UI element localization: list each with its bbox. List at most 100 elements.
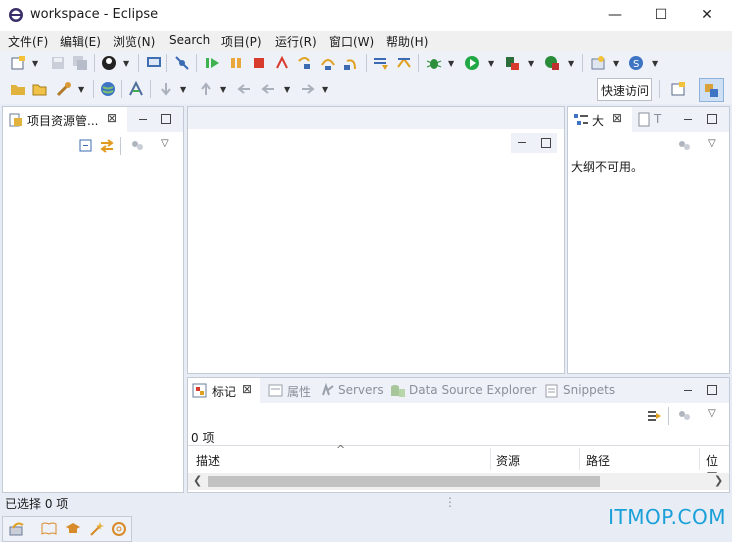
minimize-view-button[interactable] bbox=[682, 385, 694, 395]
close-tab-icon[interactable]: ⊠ bbox=[107, 111, 117, 125]
menu-help[interactable]: 帮助(H) bbox=[386, 33, 428, 50]
forward-icon[interactable] bbox=[300, 81, 316, 97]
console-icon[interactable] bbox=[146, 55, 162, 71]
status-separator-handle[interactable]: ⋮ bbox=[444, 495, 456, 509]
open-project-icon[interactable] bbox=[10, 81, 26, 97]
open-type-icon[interactable]: S bbox=[628, 55, 644, 71]
coverage-icon[interactable] bbox=[504, 55, 520, 71]
magic-wand-icon[interactable] bbox=[89, 521, 105, 537]
back-icon[interactable] bbox=[260, 81, 276, 97]
web-browser-icon[interactable] bbox=[100, 81, 116, 97]
scroll-left-icon[interactable]: ❮ bbox=[193, 474, 202, 487]
minimize-view-button[interactable] bbox=[682, 114, 694, 124]
new-icon[interactable] bbox=[10, 55, 26, 71]
terminate-icon[interactable] bbox=[251, 55, 267, 71]
tab-project-explorer[interactable]: 项目资源管... ⊠ bbox=[3, 107, 127, 132]
coverage-dropdown-icon[interactable]: ▼ bbox=[528, 59, 534, 68]
last-edit-location-icon[interactable] bbox=[236, 81, 252, 97]
maximize-editor-button[interactable] bbox=[540, 138, 552, 148]
debug-dropdown-icon[interactable]: ▼ bbox=[448, 59, 454, 68]
external-tools-icon[interactable] bbox=[544, 55, 560, 71]
suspend-icon[interactable] bbox=[228, 55, 244, 71]
close-tab-icon[interactable]: ⊠ bbox=[242, 382, 252, 396]
tab-task-list[interactable]: T bbox=[636, 107, 666, 132]
column-header-resource[interactable]: 资源 bbox=[496, 452, 520, 469]
tutorial-icon[interactable] bbox=[65, 521, 81, 537]
run-dropdown-icon[interactable]: ▼ bbox=[488, 59, 494, 68]
scrollbar-thumb[interactable] bbox=[208, 476, 600, 487]
tab-markers[interactable]: 标记 ⊠ bbox=[188, 378, 260, 403]
filters-icon[interactable] bbox=[130, 138, 146, 154]
maximize-button[interactable]: ☐ bbox=[638, 0, 684, 31]
debug-icon[interactable] bbox=[426, 55, 442, 71]
column-header-path[interactable]: 路径 bbox=[586, 452, 610, 469]
previous-annotation-dropdown-icon[interactable]: ▼ bbox=[220, 85, 226, 94]
open-perspective-icon[interactable] bbox=[670, 81, 686, 97]
profile-dropdown-icon[interactable]: ▼ bbox=[123, 59, 129, 68]
view-menu-icon[interactable]: ▽ bbox=[708, 138, 716, 149]
tab-snippets[interactable]: Snippets bbox=[544, 378, 618, 403]
link-with-editor-icon[interactable] bbox=[99, 138, 115, 154]
run-icon[interactable] bbox=[464, 55, 480, 71]
new-server-dropdown-icon[interactable]: ▼ bbox=[613, 59, 619, 68]
horizontal-scrollbar[interactable]: ❮ ❯ bbox=[188, 473, 729, 490]
external-tools-dropdown-icon[interactable]: ▼ bbox=[568, 59, 574, 68]
filters-icon[interactable] bbox=[677, 408, 693, 424]
menu-window[interactable]: 窗口(W) bbox=[329, 33, 374, 50]
view-menu-icon[interactable]: ▽ bbox=[161, 138, 169, 149]
close-tab-icon[interactable]: ⊠ bbox=[612, 111, 622, 125]
markers-count: 0 项 bbox=[191, 431, 215, 445]
tab-data-source-explorer[interactable]: Data Source Explorer bbox=[390, 378, 540, 403]
drop-to-frame-icon[interactable] bbox=[373, 55, 389, 71]
tab-properties[interactable]: 属性 bbox=[266, 378, 316, 403]
maximize-view-button[interactable] bbox=[706, 385, 718, 395]
column-header-description[interactable]: 描述 bbox=[196, 452, 220, 469]
annotation-icon[interactable] bbox=[128, 81, 144, 97]
save-all-icon[interactable] bbox=[72, 55, 88, 71]
open-type-dropdown-icon[interactable]: ▼ bbox=[652, 59, 658, 68]
maximize-view-button[interactable] bbox=[706, 114, 718, 124]
resume-icon[interactable] bbox=[204, 55, 220, 71]
skip-breakpoints-icon[interactable] bbox=[174, 55, 190, 71]
menu-search[interactable]: Search bbox=[169, 33, 210, 47]
step-into-icon[interactable] bbox=[297, 55, 313, 71]
save-icon[interactable] bbox=[50, 55, 66, 71]
build-icon[interactable] bbox=[56, 81, 72, 97]
profile-icon[interactable] bbox=[101, 55, 117, 71]
tab-outline[interactable]: 大 ⊠ bbox=[568, 107, 632, 132]
forward-dropdown-icon[interactable]: ▼ bbox=[322, 85, 328, 94]
menu-run[interactable]: 运行(R) bbox=[275, 33, 317, 50]
focus-on-active-task-icon[interactable] bbox=[646, 408, 662, 424]
open-folder-icon[interactable] bbox=[32, 81, 48, 97]
close-button[interactable]: ✕ bbox=[684, 0, 730, 31]
step-return-icon[interactable] bbox=[343, 55, 359, 71]
menu-navigate[interactable]: 浏览(N) bbox=[113, 33, 155, 50]
lifebuoy-icon[interactable] bbox=[111, 521, 127, 537]
filters-icon[interactable] bbox=[677, 138, 693, 154]
back-dropdown-icon[interactable]: ▼ bbox=[284, 85, 290, 94]
new-server-icon[interactable] bbox=[590, 55, 606, 71]
previous-annotation-icon[interactable] bbox=[198, 81, 214, 97]
menu-file[interactable]: 文件(F) bbox=[8, 33, 48, 50]
minimize-button[interactable]: — bbox=[592, 0, 638, 31]
next-annotation-icon[interactable] bbox=[158, 81, 174, 97]
build-dropdown-icon[interactable]: ▼ bbox=[78, 85, 84, 94]
menu-project[interactable]: 项目(P) bbox=[221, 33, 262, 50]
step-over-icon[interactable] bbox=[320, 55, 336, 71]
next-annotation-dropdown-icon[interactable]: ▼ bbox=[180, 85, 186, 94]
scroll-right-icon[interactable]: ❯ bbox=[714, 474, 723, 487]
view-menu-icon[interactable]: ▽ bbox=[708, 408, 716, 419]
new-dropdown-icon[interactable]: ▼ bbox=[32, 59, 38, 68]
restore-icon[interactable] bbox=[9, 521, 25, 537]
menu-edit[interactable]: 编辑(E) bbox=[60, 33, 101, 50]
use-step-filters-icon[interactable] bbox=[396, 55, 412, 71]
minimize-view-button[interactable] bbox=[137, 114, 149, 124]
quick-access-field[interactable]: 快速访问 bbox=[597, 78, 652, 101]
disconnect-icon[interactable] bbox=[274, 55, 290, 71]
book-icon[interactable] bbox=[41, 521, 57, 537]
collapse-all-icon[interactable] bbox=[78, 138, 94, 154]
maximize-view-button[interactable] bbox=[160, 114, 172, 124]
minimize-editor-button[interactable] bbox=[516, 137, 528, 147]
javaee-perspective-button[interactable] bbox=[699, 78, 724, 102]
tab-servers[interactable]: Servers bbox=[320, 378, 386, 403]
